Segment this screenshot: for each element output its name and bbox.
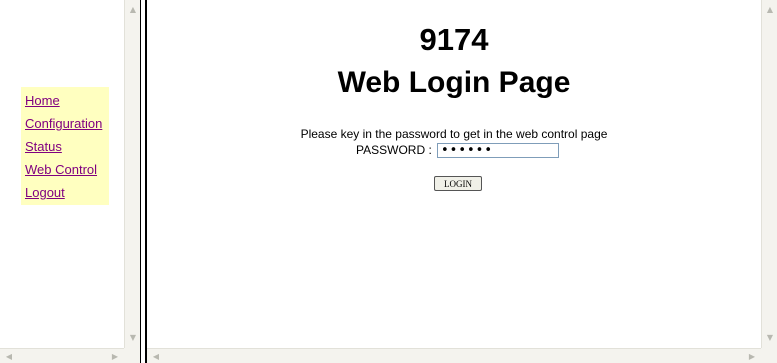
password-label: PASSWORD : (356, 143, 432, 157)
scroll-left-arrow-icon[interactable]: ◀ (149, 349, 163, 363)
scroll-up-arrow-icon[interactable]: ▲ (126, 2, 140, 16)
nav-link-web-control[interactable]: Web Control (25, 162, 97, 177)
password-field[interactable] (437, 143, 559, 158)
content-frame: 9174 Web Login Page Please key in the pa… (145, 0, 777, 363)
scroll-left-arrow-icon[interactable]: ◀ (2, 349, 16, 363)
nav-link-logout[interactable]: Logout (25, 185, 65, 200)
scroll-down-arrow-icon[interactable]: ▼ (126, 330, 140, 344)
scroll-right-arrow-icon[interactable]: ▶ (108, 349, 122, 363)
login-prompt-text: Please key in the password to get in the… (300, 127, 608, 141)
device-model-title: 9174 (419, 22, 489, 57)
scrollbar-corner (761, 348, 777, 363)
left-horizontal-scrollbar[interactable]: ◀ ▶ (0, 348, 124, 363)
scroll-up-arrow-icon[interactable]: ▲ (763, 2, 777, 16)
right-vertical-scrollbar[interactable]: ▲ ▼ (761, 0, 777, 348)
scroll-down-arrow-icon[interactable]: ▼ (763, 330, 777, 344)
right-horizontal-scrollbar[interactable]: ◀ ▶ (147, 348, 761, 363)
nav-link-home[interactable]: Home (25, 93, 60, 108)
page-title: Web Login Page (337, 66, 571, 99)
nav-link-configuration[interactable]: Configuration (25, 116, 102, 131)
login-button[interactable]: LOGIN (434, 176, 482, 191)
navigation-frame: Home Configuration Status Web Control Lo… (0, 0, 141, 363)
scrollbar-corner (124, 348, 140, 363)
nav-link-status[interactable]: Status (25, 139, 62, 154)
nav-menu: Home Configuration Status Web Control Lo… (21, 87, 109, 205)
left-vertical-scrollbar[interactable]: ▲ ▼ (124, 0, 140, 348)
scroll-right-arrow-icon[interactable]: ▶ (745, 349, 759, 363)
